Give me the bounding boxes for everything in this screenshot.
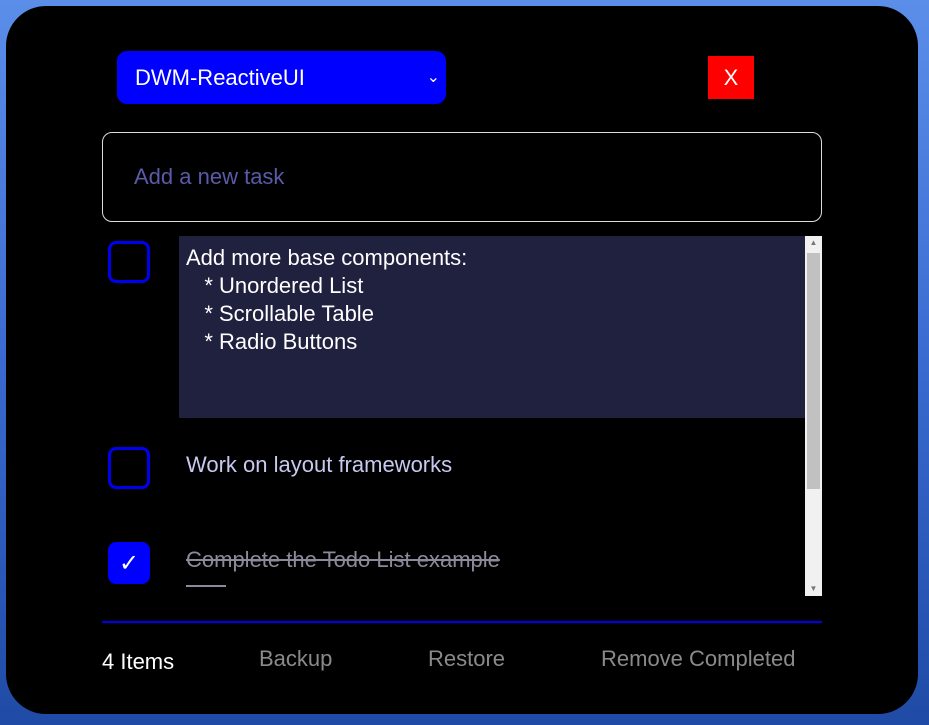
restore-button[interactable]: Restore [428, 646, 505, 672]
close-button[interactable]: X [708, 56, 754, 99]
remove-completed-button[interactable]: Remove Completed [601, 646, 795, 672]
task-underline [186, 585, 226, 587]
check-icon: ✓ [118, 550, 140, 577]
task-edit-textarea[interactable]: Add more base components: * Unordered Li… [179, 236, 805, 418]
scrollbar-thumb[interactable] [807, 253, 820, 489]
new-task-placeholder: Add a new task [134, 164, 285, 189]
project-select[interactable]: DWM-ReactiveUI ⌄ [117, 51, 446, 104]
scrollbar[interactable]: ▲ ▼ [805, 236, 822, 596]
task-text-completed[interactable]: Complete the Todo List example [186, 547, 500, 573]
item-count: 4 Items [102, 649, 175, 674]
task-list: Add more base components: * Unordered Li… [102, 236, 822, 596]
footer-divider [102, 621, 822, 623]
scroll-down-icon[interactable]: ▼ [805, 582, 822, 596]
task-text[interactable]: Work on layout frameworks [186, 452, 452, 478]
task-checkbox-checked[interactable]: ✓ [108, 542, 150, 584]
chevron-down-icon: ⌄ [426, 69, 440, 86]
project-select-value: DWM-ReactiveUI [135, 65, 305, 90]
task-checkbox[interactable] [108, 241, 150, 283]
backup-button[interactable]: Backup [259, 646, 332, 672]
scroll-up-icon[interactable]: ▲ [805, 236, 822, 250]
new-task-input[interactable]: Add a new task [102, 132, 822, 222]
task-checkbox[interactable] [108, 447, 150, 489]
